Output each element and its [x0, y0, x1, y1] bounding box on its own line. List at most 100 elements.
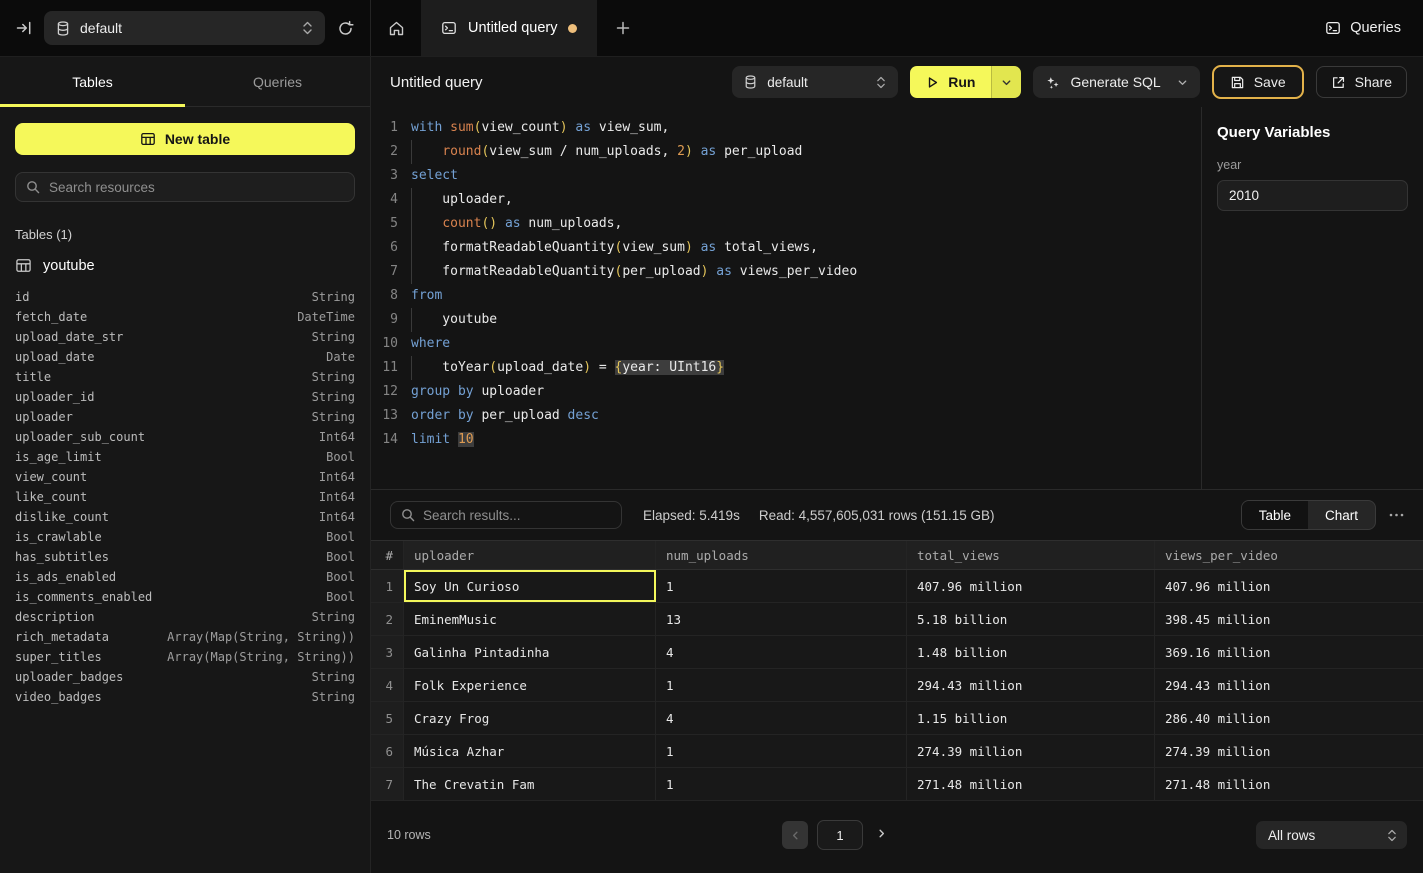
more-options-icon[interactable]	[1385, 513, 1407, 517]
table-cell[interactable]: 1	[656, 735, 907, 767]
sidebar-tab-queries[interactable]: Queries	[185, 57, 370, 106]
table-cell[interactable]: 1.15 billion	[907, 702, 1155, 734]
column-def-row: is_age_limitBool	[15, 447, 355, 467]
column-header-index[interactable]: #	[371, 541, 404, 569]
table-cell[interactable]: 274.39 million	[1155, 735, 1423, 767]
sql-editor[interactable]: 1with sum(view_count) as view_sum,2 roun…	[371, 107, 1201, 489]
resource-search-input[interactable]	[49, 180, 344, 195]
column-header-uploader[interactable]: uploader	[404, 541, 656, 569]
table-cell[interactable]: 4	[656, 702, 907, 734]
table-cell[interactable]: Soy Un Curioso	[404, 570, 656, 602]
column-def-row: idString	[15, 287, 355, 307]
new-table-button[interactable]: New table	[15, 123, 355, 155]
table-item-youtube[interactable]: youtube	[15, 257, 355, 274]
table-cell[interactable]: Crazy Frog	[404, 702, 656, 734]
column-type: DateTime	[297, 307, 355, 327]
tab-untitled-query[interactable]: Untitled query	[421, 0, 597, 56]
column-header-total_views[interactable]: total_views	[907, 541, 1155, 569]
table-cell[interactable]: 1	[656, 570, 907, 602]
view-toggle-chart[interactable]: Chart	[1308, 501, 1375, 529]
table-cell[interactable]: Folk Experience	[404, 669, 656, 701]
save-button[interactable]: Save	[1212, 65, 1304, 99]
table-cell[interactable]: 271.48 million	[1155, 768, 1423, 800]
column-type: String	[312, 287, 355, 307]
code-line: 3 select	[371, 164, 1201, 188]
line-content: select	[411, 164, 458, 188]
run-button[interactable]: Run	[910, 66, 991, 98]
run-options-button[interactable]	[991, 66, 1021, 98]
line-number: 3	[371, 164, 398, 188]
table-cell[interactable]: 271.48 million	[907, 768, 1155, 800]
table-cell[interactable]: 369.16 million	[1155, 636, 1423, 668]
sidebar-tab-tables[interactable]: Tables	[0, 57, 185, 106]
previous-page-button[interactable]	[782, 821, 808, 849]
database-selector[interactable]: default	[44, 11, 325, 45]
table-cell[interactable]: The Crevatin Fam	[404, 768, 656, 800]
table-row: 6Música Azhar1274.39 million274.39 milli…	[371, 735, 1423, 768]
column-type: String	[312, 327, 355, 347]
terminal-icon	[441, 20, 457, 36]
save-icon	[1230, 75, 1245, 90]
collapse-sidebar-icon[interactable]	[16, 20, 32, 36]
page-size-selector[interactable]: All rows	[1256, 821, 1407, 849]
column-type: Bool	[326, 567, 355, 587]
table-cell[interactable]: 286.40 million	[1155, 702, 1423, 734]
queries-button[interactable]: Queries	[1325, 20, 1401, 36]
share-button[interactable]: Share	[1316, 66, 1407, 98]
table-cell[interactable]: 294.43 million	[907, 669, 1155, 701]
search-icon	[401, 508, 415, 522]
table-cell[interactable]: 1.48 billion	[907, 636, 1155, 668]
variable-input-year[interactable]	[1217, 180, 1408, 211]
query-database-value: default	[767, 75, 866, 90]
query-database-selector[interactable]: default	[732, 66, 898, 98]
table-row: 1Soy Un Curioso1407.96 million407.96 mil…	[371, 570, 1423, 603]
results-search	[390, 501, 622, 529]
line-number: 8	[371, 284, 398, 308]
column-def-row: uploaderString	[15, 407, 355, 427]
table-cell[interactable]: 294.43 million	[1155, 669, 1423, 701]
column-def-row: upload_date_str String	[15, 327, 355, 347]
column-type: Bool	[326, 447, 355, 467]
view-toggle-table[interactable]: Table	[1242, 501, 1308, 529]
save-label: Save	[1254, 74, 1286, 90]
line-content: youtube	[411, 308, 497, 332]
generate-sql-button[interactable]: Generate SQL	[1033, 66, 1199, 98]
variable-label-year: year	[1217, 158, 1408, 172]
next-page-button[interactable]	[872, 822, 891, 848]
query-title: Untitled query	[390, 74, 720, 91]
refresh-icon[interactable]	[337, 20, 354, 37]
table-cell[interactable]: 1	[656, 669, 907, 701]
pagination: 1	[782, 820, 891, 850]
chevron-updown-icon	[302, 21, 313, 35]
table-cell[interactable]: 5.18 billion	[907, 603, 1155, 635]
view-toggle: Table Chart	[1241, 500, 1376, 530]
table-cell[interactable]: Música Azhar	[404, 735, 656, 767]
column-name: upload_date_str	[15, 327, 123, 347]
table-cell[interactable]: 13	[656, 603, 907, 635]
column-header-num_uploads[interactable]: num_uploads	[656, 541, 907, 569]
table-cell[interactable]: 407.96 million	[1155, 570, 1423, 602]
new-tab-icon[interactable]	[597, 0, 649, 56]
column-def-row: view_countInt64	[15, 467, 355, 487]
table-cell[interactable]: 4	[656, 636, 907, 668]
table-cell[interactable]: EminemMusic	[404, 603, 656, 635]
column-name: fetch_date	[15, 307, 87, 327]
table-cell[interactable]: 407.96 million	[907, 570, 1155, 602]
table-cell[interactable]: 1	[656, 768, 907, 800]
table-cell[interactable]: Galinha Pintadinha	[404, 636, 656, 668]
current-page[interactable]: 1	[817, 820, 863, 850]
share-label: Share	[1355, 74, 1392, 90]
generate-sql-label: Generate SQL	[1070, 74, 1160, 90]
column-type: String	[312, 407, 355, 427]
code-line: 5 count() as num_uploads,	[371, 212, 1201, 236]
table-cell[interactable]: 274.39 million	[907, 735, 1155, 767]
page-size-value: All rows	[1268, 828, 1315, 843]
home-icon[interactable]	[371, 0, 421, 56]
column-def-row: fetch_date DateTime	[15, 307, 355, 327]
table-cell[interactable]: 398.45 million	[1155, 603, 1423, 635]
chevron-down-icon[interactable]	[1177, 77, 1188, 88]
results-search-input[interactable]	[423, 508, 611, 523]
column-header-views_per_video[interactable]: views_per_video	[1155, 541, 1423, 569]
column-type: Bool	[326, 527, 355, 547]
line-content: count() as num_uploads,	[411, 212, 622, 236]
